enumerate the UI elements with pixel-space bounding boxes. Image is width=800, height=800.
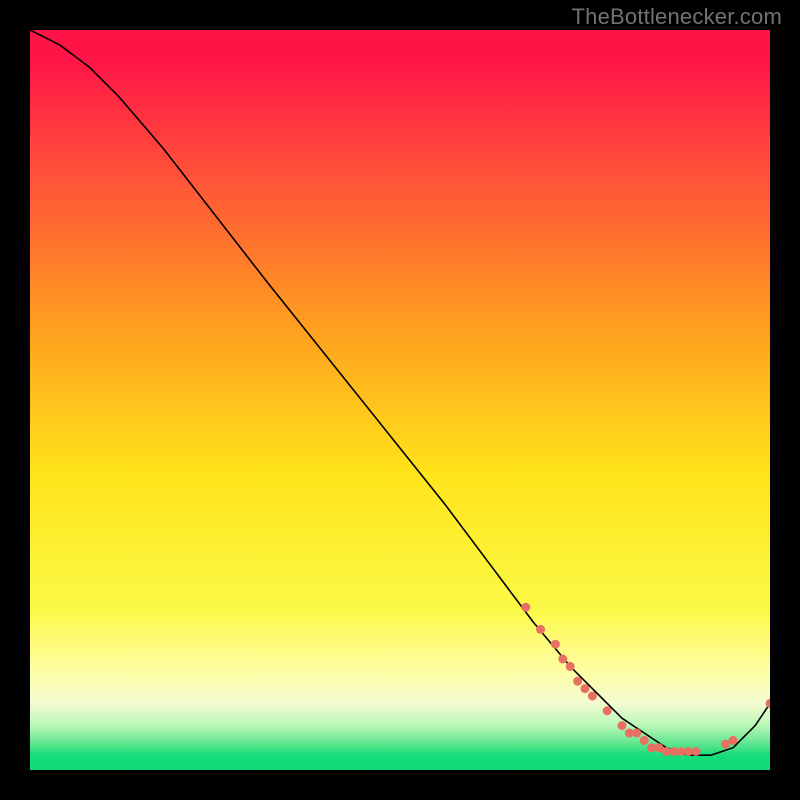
data-marker [551,640,560,649]
data-marker [558,655,567,664]
chart-frame: TheBottlenecker.com [0,0,800,800]
data-marker [536,625,545,634]
main-curve [30,30,770,755]
data-marker [521,603,530,612]
data-marker [573,677,582,686]
data-marker [640,736,649,745]
data-marker [603,706,612,715]
watermark-text: TheBottlenecker.com [572,4,782,30]
chart-overlay [30,30,770,770]
data-marker [729,736,738,745]
data-marker [632,729,641,738]
data-marker [588,692,597,701]
plot-area [30,30,770,770]
data-marker [618,721,627,730]
marker-group [521,603,770,756]
data-marker [566,662,575,671]
data-marker [692,747,701,756]
data-marker [766,699,771,708]
data-marker [581,684,590,693]
